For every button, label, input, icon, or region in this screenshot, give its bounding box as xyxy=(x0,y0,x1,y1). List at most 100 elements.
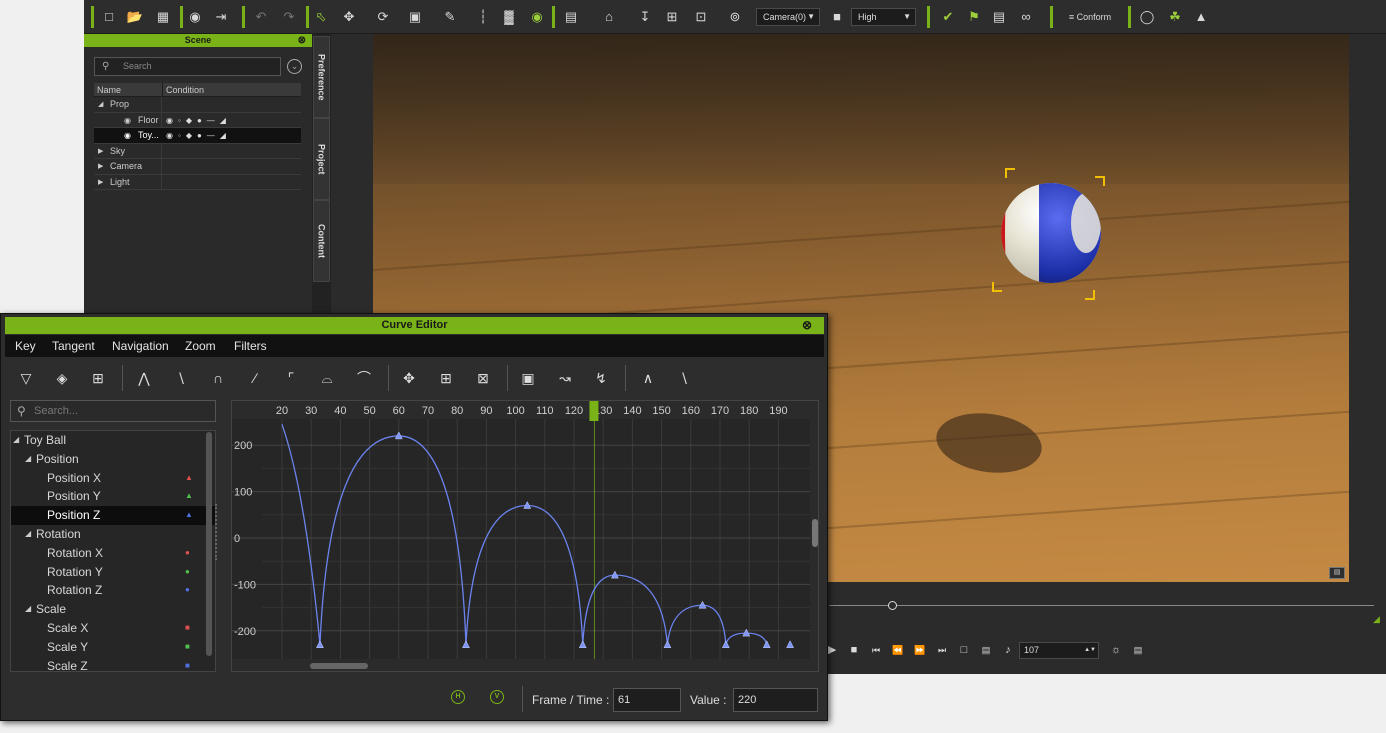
bone-icon[interactable]: ◯ xyxy=(1138,8,1156,26)
keyframe-marker[interactable] xyxy=(578,640,587,648)
channel-rotation-y[interactable]: Rotation Y ● xyxy=(11,563,215,582)
collapse-arrow-icon[interactable]: ▶ xyxy=(98,175,103,190)
scene-row-sky[interactable]: ▶ Sky xyxy=(94,143,301,159)
expand-arrow-icon[interactable]: ◢ xyxy=(25,525,31,544)
menu-tangent[interactable]: Tangent xyxy=(52,335,95,357)
previous-frame-icon[interactable]: ⏪ xyxy=(891,641,905,659)
tree-scrollbar[interactable] xyxy=(206,432,212,656)
frame-time-input[interactable]: 61 xyxy=(613,688,681,712)
flat-tangent-icon[interactable]: ∖ xyxy=(171,368,191,388)
visibility-eye-icon[interactable]: ◉ xyxy=(528,8,546,26)
channel-position-y[interactable]: Position Y ▲ xyxy=(11,487,215,506)
stop-icon[interactable]: ■ xyxy=(847,641,861,659)
subtitle-icon[interactable]: ▤ xyxy=(979,641,993,659)
fit-view-icon[interactable]: ▣ xyxy=(518,368,538,388)
expand-arrow-icon[interactable]: ◢ xyxy=(25,600,31,619)
channel-position[interactable]: ◢ Position xyxy=(11,450,215,469)
step-tangent-icon[interactable]: ⌜ xyxy=(281,368,301,388)
scene-row-prop[interactable]: ◢ Prop xyxy=(94,97,301,113)
toy-ball-object[interactable] xyxy=(1001,183,1101,283)
render-preview-icon[interactable]: ◉ xyxy=(186,8,204,26)
value-input[interactable]: 220 xyxy=(733,688,818,712)
keyframe-marker[interactable] xyxy=(786,640,794,648)
menu-navigation[interactable]: Navigation xyxy=(112,335,169,357)
collapse-arrow-icon[interactable]: ▶ xyxy=(98,159,103,174)
open-folder-icon[interactable]: 📂 xyxy=(126,8,144,26)
new-file-icon[interactable]: □ xyxy=(100,8,118,26)
channel-position-z[interactable]: Position Z ▲ xyxy=(11,506,215,525)
key-transform-icon[interactable]: ✔ xyxy=(939,8,957,26)
go-to-end-icon[interactable]: ⏭ xyxy=(935,641,949,659)
break-tangent-icon[interactable]: ∧ xyxy=(638,368,658,388)
scene-row-camera[interactable]: ▶ Camera xyxy=(94,159,301,175)
tab-preference[interactable]: Preference xyxy=(313,36,330,118)
timeline-knob[interactable] xyxy=(888,601,897,610)
channel-scale-z[interactable]: Scale Z ■ xyxy=(11,657,215,671)
clipboard-icon[interactable]: ▤ xyxy=(990,8,1008,26)
music-note-icon[interactable]: ♪ xyxy=(1001,641,1015,659)
smooth-tangent-icon[interactable]: ∩ xyxy=(208,368,228,388)
fit-horizontal-icon[interactable]: H xyxy=(451,690,465,704)
expand-arrow-icon[interactable]: ◢ xyxy=(13,431,19,450)
tab-project[interactable]: Project xyxy=(313,118,330,200)
auto-tangent-icon[interactable]: ⋀ xyxy=(134,368,154,388)
menu-zoom[interactable]: Zoom xyxy=(185,335,216,357)
curve-search-input[interactable]: ⚲ Search... xyxy=(10,400,216,422)
viewport-info-icon[interactable]: ▤ xyxy=(1329,567,1345,579)
select-arrow-icon[interactable]: ⬁ xyxy=(312,8,330,26)
align-left-icon[interactable]: ┆ xyxy=(474,8,492,26)
expand-arrow-icon[interactable]: ◢ xyxy=(25,450,31,469)
channel-rotation-z[interactable]: Rotation Z ● xyxy=(11,581,215,600)
redo-icon[interactable]: ↷ xyxy=(280,8,298,26)
scale-tool-icon[interactable]: ▣ xyxy=(406,8,424,26)
snap-tool-icon[interactable]: ✎ xyxy=(439,8,461,26)
loop-icon[interactable]: □ xyxy=(957,641,971,659)
hierarchy-icon[interactable]: ▲ xyxy=(1192,8,1210,26)
current-frame-handle[interactable] xyxy=(589,401,599,421)
ease-out-icon[interactable]: ⌒ xyxy=(354,368,374,388)
channel-toy-ball[interactable]: ◢ Toy Ball xyxy=(11,431,215,450)
rotate-tool-icon[interactable]: ⟳ xyxy=(372,8,394,26)
linear-tangent-icon[interactable]: ∕ xyxy=(245,368,265,388)
hierarchy-icon[interactable]: ⊞ xyxy=(88,368,108,388)
keyframe-marker[interactable] xyxy=(762,640,771,648)
move-tool-icon[interactable]: ✥ xyxy=(338,8,360,26)
close-icon[interactable]: ⊗ xyxy=(298,34,306,47)
vertical-scrollbar-thumb[interactable] xyxy=(812,519,818,547)
channel-scale-y[interactable]: Scale Y ■ xyxy=(11,638,215,657)
scene-row-toy-ball[interactable]: ◉ Toy... ◉◦◆●—◢ xyxy=(94,128,301,144)
scene-search-input[interactable]: ⚲ Search xyxy=(94,57,281,76)
menu-key[interactable]: Key xyxy=(15,335,36,357)
channel-scale[interactable]: ◢ Scale xyxy=(11,600,215,619)
video-camera-icon[interactable]: ■ xyxy=(828,8,846,26)
home-camera-icon[interactable]: ⌂ xyxy=(598,8,620,26)
condition-icons[interactable]: ◉◦◆●—◢ xyxy=(166,113,231,128)
camera-lock-icon[interactable]: ⊚ xyxy=(724,8,746,26)
timeline-toggle-icon[interactable]: ▤ xyxy=(1131,641,1145,659)
layers-icon[interactable]: ◈ xyxy=(52,368,72,388)
export-icon[interactable]: ⇥ xyxy=(212,8,230,26)
curve-graph[interactable]: 20 30 40 50 60 70 80 90 100 110 120 130 140 150 160 170… xyxy=(231,400,819,672)
camera-select[interactable]: Camera(0) ▼ xyxy=(756,8,820,26)
condition-icons[interactable]: ◉◦◆●—◢ xyxy=(166,128,231,143)
go-to-start-icon[interactable]: ⏮ xyxy=(869,641,883,659)
channel-rotation-x[interactable]: Rotation X ● xyxy=(11,544,215,563)
keyframe-marker[interactable] xyxy=(663,640,672,648)
channel-scale-x[interactable]: Scale X ■ xyxy=(11,619,215,638)
link-icon[interactable]: ∞ xyxy=(1017,8,1035,26)
flag-icon[interactable]: ⚑ xyxy=(965,8,983,26)
quality-select[interactable]: High ▼ xyxy=(851,8,916,26)
close-icon[interactable]: ⊗ xyxy=(802,317,812,334)
current-frame-input[interactable]: 107 ▲▼ xyxy=(1019,642,1099,659)
frame-all-icon[interactable]: ⊞ xyxy=(663,8,681,26)
move-keys-icon[interactable]: ✥ xyxy=(399,368,419,388)
horizontal-scrollbar-thumb[interactable] xyxy=(310,663,368,669)
settings-sun-icon[interactable]: ☼ xyxy=(1109,641,1123,659)
align-bottom-icon[interactable]: ▓ xyxy=(500,8,518,26)
viewport-layout-icon[interactable]: ▤ xyxy=(562,8,580,26)
splitter-handle[interactable] xyxy=(215,504,220,560)
unify-tangent-icon[interactable]: ∖ xyxy=(674,368,694,388)
scene-row-light[interactable]: ▶ Light xyxy=(94,174,301,190)
keyframe-marker[interactable] xyxy=(316,640,324,648)
frame-selected-icon[interactable]: ⊡ xyxy=(690,8,712,26)
